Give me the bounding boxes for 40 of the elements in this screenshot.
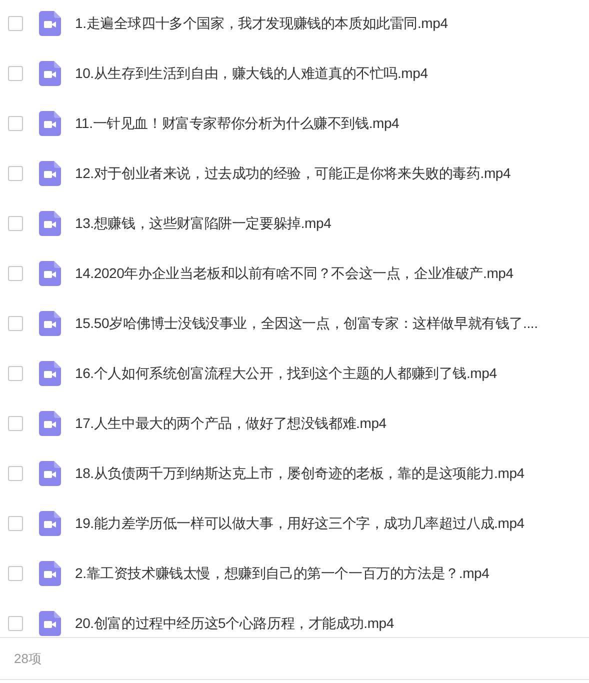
video-file-icon [39, 10, 61, 36]
file-name[interactable]: 17.人生中最大的两个产品，做好了想没钱都难.mp4 [75, 412, 386, 434]
file-name[interactable]: 11.一针见血！财富专家帮你分析为什么赚不到钱.mp4 [75, 112, 400, 134]
video-file-icon [39, 210, 61, 236]
checkbox[interactable] [8, 316, 23, 330]
file-name[interactable]: 10.从生存到生活到自由，赚大钱的人难道真的不忙吗.mp4 [75, 62, 428, 84]
file-name[interactable]: 14.2020年办企业当老板和以前有啥不同？不会这一点，企业准破产.mp4 [75, 262, 514, 284]
checkbox[interactable] [8, 216, 23, 230]
video-file-icon [39, 260, 61, 286]
video-file-icon [39, 460, 61, 486]
file-name[interactable]: 12.对于创业者来说，过去成功的经验，可能正是你将来失败的毒药.mp4 [75, 162, 511, 184]
file-name[interactable]: 2.靠工资技术赚钱太慢，想赚到自己的第一个一百万的方法是？.mp4 [75, 562, 490, 584]
item-count: 28项 [14, 650, 42, 668]
file-name[interactable]: 20.创富的过程中经历这5个心路历程，才能成功.mp4 [75, 612, 394, 634]
checkbox[interactable] [8, 366, 23, 380]
file-name[interactable]: 18.从负债两千万到纳斯达克上市，屡创奇迹的老板，靠的是这项能力.mp4 [75, 462, 524, 484]
file-name[interactable]: 16.个人如何系统创富流程大公开，找到这个主题的人都赚到了钱.mp4 [75, 362, 497, 384]
checkbox[interactable] [8, 166, 23, 180]
video-file-icon [39, 560, 61, 586]
checkbox[interactable] [8, 516, 23, 530]
checkbox[interactable] [8, 566, 23, 580]
video-file-icon [39, 160, 61, 186]
file-name[interactable]: 19.能力差学历低一样可以做大事，用好这三个字，成功几率超过八成.mp4 [75, 512, 524, 534]
file-name[interactable]: 15.50岁哈佛博士没钱没事业，全因这一点，创富专家：这样做早就有钱了.... [75, 312, 538, 334]
video-file-icon [39, 60, 61, 86]
checkbox[interactable] [8, 66, 23, 80]
checkbox[interactable] [8, 466, 23, 480]
checkbox[interactable] [8, 616, 23, 630]
checkbox[interactable] [8, 266, 23, 280]
video-file-icon [39, 110, 61, 136]
video-file-icon [39, 510, 61, 536]
video-file-icon [39, 410, 61, 436]
checkbox[interactable] [8, 416, 23, 430]
video-file-icon [39, 360, 61, 386]
checkbox[interactable] [8, 116, 23, 130]
file-name[interactable]: 1.走遍全球四十多个国家，我才发现赚钱的本质如此雷同.mp4 [75, 12, 448, 34]
checkbox[interactable] [8, 16, 23, 30]
file-name[interactable]: 13.想赚钱，这些财富陷阱一定要躲掉.mp4 [75, 212, 332, 234]
video-file-icon [39, 610, 61, 636]
video-file-icon [39, 310, 61, 336]
